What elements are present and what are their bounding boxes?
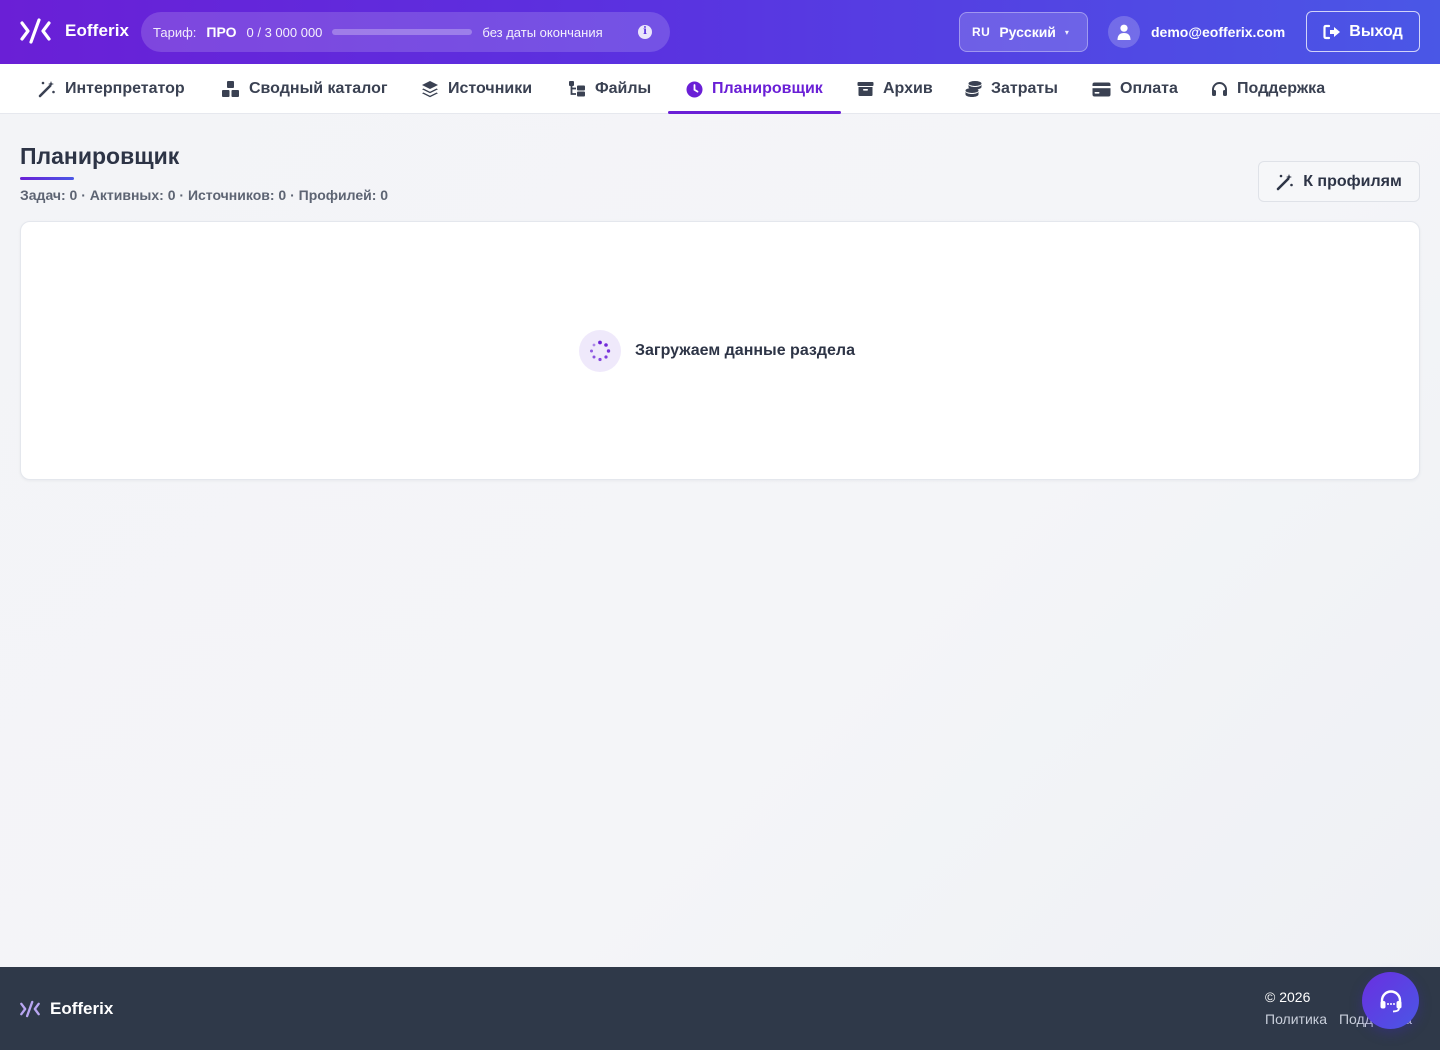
nav-item-label: Интерпретатор	[65, 80, 185, 97]
main-nav: Интерпретатор Сводный каталог Источники …	[0, 64, 1440, 114]
folder-tree-icon	[569, 81, 585, 97]
page-title: Планировщик	[20, 143, 180, 169]
nav-item-label: Источники	[448, 80, 533, 97]
loading-indicator: Загружаем данные раздела	[579, 330, 855, 372]
sign-out-icon	[1323, 24, 1341, 39]
language-code: RU	[972, 25, 991, 39]
nav-item-label: Поддержка	[1237, 80, 1326, 97]
user-email: demo@eofferix.com	[1151, 24, 1286, 40]
archive-icon	[857, 82, 874, 96]
nav-item-support[interactable]: Поддержка	[1211, 64, 1325, 114]
credit-card-icon	[1092, 82, 1111, 96]
tariff-pill: Тариф: ПРО 0 / 3 000 000 без даты оконча…	[141, 12, 670, 52]
clock-icon	[686, 81, 703, 97]
headset-icon	[1212, 81, 1227, 96]
to-profiles-label: К профилям	[1303, 172, 1402, 190]
nav-item-archive[interactable]: Архив	[857, 64, 933, 114]
headset-icon	[1380, 989, 1401, 1012]
user-icon	[1117, 24, 1131, 40]
logo-icon	[20, 1000, 40, 1018]
nav-item-label: Планировщик	[712, 80, 823, 97]
logout-label: Выход	[1349, 22, 1403, 40]
footer-brand-name: Eofferix	[50, 999, 114, 1018]
tariff-usage-bar	[332, 29, 473, 35]
loading-text: Загружаем данные раздела	[635, 342, 855, 359]
to-profiles-button[interactable]: К профилям	[1258, 161, 1420, 202]
scheduler-card: Загружаем данные раздела	[20, 221, 1420, 480]
footer-copyright: © 2026	[1265, 989, 1311, 1005]
nav-item-costs[interactable]: Затраты	[965, 64, 1058, 114]
magic-wand-icon	[1276, 173, 1294, 190]
nav-item-label: Файлы	[595, 80, 652, 97]
boxes-icon	[222, 81, 239, 97]
spinner	[579, 330, 621, 372]
tariff-plan: ПРО	[206, 24, 237, 40]
user-menu[interactable]: demo@eofferix.com	[1108, 16, 1285, 48]
nav-item-label: Сводный каталог	[249, 80, 388, 97]
brand[interactable]: Eofferix	[20, 17, 129, 45]
logout-button[interactable]: Выход	[1306, 11, 1420, 52]
nav-item-label: Оплата	[1120, 80, 1178, 97]
nav-item-interpreter[interactable]: Интерпретатор	[38, 64, 185, 114]
nav-item-catalog[interactable]: Сводный каталог	[221, 64, 388, 114]
footer-link-policy[interactable]: Политика	[1265, 1011, 1327, 1027]
tariff-label: Тариф:	[153, 24, 197, 40]
info-icon[interactable]: i	[638, 25, 652, 39]
avatar	[1108, 16, 1140, 48]
coins-icon	[965, 81, 982, 97]
tariff-usage: 0 / 3 000 000	[246, 24, 323, 40]
top-bar: Eofferix Тариф: ПРО 0 / 3 000 000 без да…	[0, 0, 1440, 64]
layers-icon	[422, 81, 438, 98]
nav-item-files[interactable]: Файлы	[568, 64, 651, 114]
language-name: Русский	[999, 24, 1056, 40]
page-stats: Задач: 0 · Активных: 0 · Источников: 0 ·…	[20, 187, 389, 203]
logo-icon	[20, 18, 51, 44]
language-select[interactable]: RU Русский ▾	[959, 12, 1088, 52]
footer-brand[interactable]: Eofferix	[20, 999, 113, 1019]
spinner-icon	[590, 340, 611, 362]
footer: Eofferix © 2026 Политика Поддержка	[0, 967, 1440, 1050]
title-underline	[20, 177, 74, 180]
support-chat-button[interactable]	[1362, 972, 1419, 1029]
tariff-expiry: без даты окончания	[482, 24, 603, 40]
chevron-down-icon: ▾	[1064, 27, 1069, 37]
nav-item-scheduler[interactable]: Планировщик	[668, 64, 841, 114]
nav-item-label: Архив	[883, 80, 933, 97]
nav-item-sources[interactable]: Источники	[421, 64, 532, 114]
nav-item-label: Затраты	[991, 80, 1058, 97]
brand-name: Eofferix	[65, 21, 130, 40]
magic-wand-icon	[38, 81, 55, 98]
nav-item-payment[interactable]: Оплата	[1092, 64, 1178, 114]
